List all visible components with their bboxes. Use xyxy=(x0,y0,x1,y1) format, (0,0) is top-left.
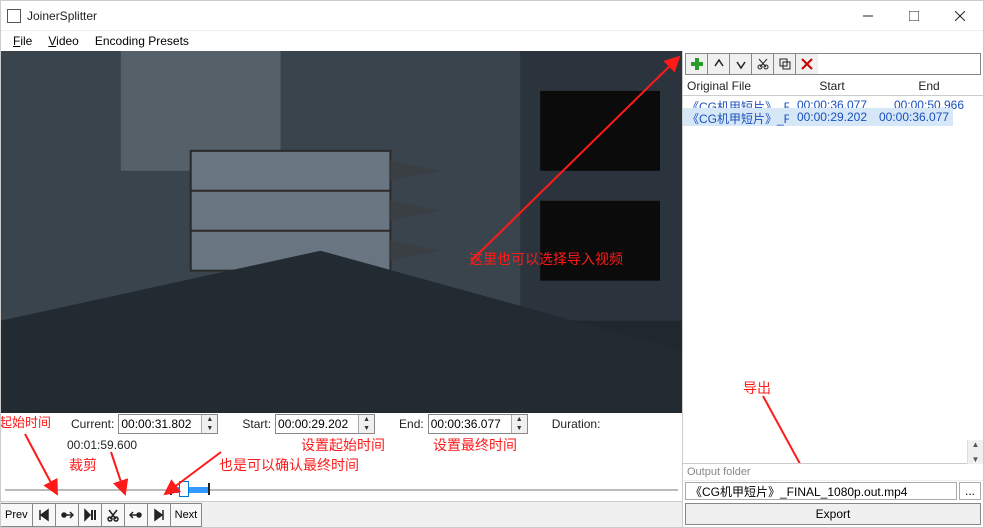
output-path[interactable]: 《CG机甲短片》_FINAL_1080p.out.mp4 xyxy=(685,482,957,500)
annotation-cut: 裁剪 xyxy=(69,455,97,475)
end-time-spinner[interactable]: ▲▼ xyxy=(428,414,528,434)
end-label: End: xyxy=(399,417,424,431)
annotation-set-end: 设置最终时间 xyxy=(433,435,517,455)
cut-clip-button[interactable] xyxy=(752,54,774,74)
col-start[interactable]: Start xyxy=(789,77,875,95)
prev-button[interactable]: Prev xyxy=(1,503,33,527)
current-time-spinner[interactable]: ▲▼ xyxy=(118,414,218,434)
annotation-start-time: 起始时间 xyxy=(1,412,51,431)
start-time-input[interactable] xyxy=(276,417,358,431)
end-time-input[interactable] xyxy=(429,417,511,431)
annotation-set-start: 设置起始时间 xyxy=(301,435,385,455)
minimize-button[interactable] xyxy=(845,1,891,31)
menu-file[interactable]: File xyxy=(5,32,40,50)
cut-button[interactable] xyxy=(101,503,125,527)
total-time: 00:01:59.600 xyxy=(67,438,137,452)
maximize-button[interactable] xyxy=(891,1,937,31)
col-file[interactable]: Original File xyxy=(683,77,789,95)
app-icon xyxy=(7,9,21,23)
delete-clip-button[interactable] xyxy=(796,54,818,74)
copy-clip-button[interactable] xyxy=(774,54,796,74)
move-up-button[interactable] xyxy=(708,54,730,74)
step-forward-button[interactable] xyxy=(147,503,171,527)
clip-table-header: Original File Start End xyxy=(683,77,983,96)
window-title: JoinerSplitter xyxy=(27,9,845,23)
output-folder-label: Output folder xyxy=(683,464,983,481)
annotation-import: 这里也可以选择导入视频 xyxy=(469,249,623,269)
menu-video[interactable]: Video xyxy=(40,32,86,50)
browse-output-button[interactable]: ... xyxy=(959,482,981,500)
export-button[interactable]: Export xyxy=(685,503,981,525)
video-preview[interactable]: 这里也可以选择导入视频 xyxy=(1,51,682,413)
duration-label: Duration: xyxy=(552,417,601,431)
close-button[interactable] xyxy=(937,1,983,31)
col-end[interactable]: End xyxy=(875,77,983,95)
next-button[interactable]: Next xyxy=(170,503,203,527)
step-back-button[interactable] xyxy=(32,503,56,527)
annotation-confirm-end: 也是可以确认最终时间 xyxy=(219,455,359,475)
start-label: Start: xyxy=(242,417,271,431)
annotation-export: 导出 xyxy=(743,378,771,398)
add-clip-button[interactable] xyxy=(686,54,708,74)
set-in-button[interactable] xyxy=(55,503,79,527)
play-pause-button[interactable] xyxy=(78,503,102,527)
timeline-slider[interactable] xyxy=(1,475,682,501)
current-time-input[interactable] xyxy=(119,417,201,431)
menu-encoding[interactable]: Encoding Presets xyxy=(87,32,197,50)
clip-table-body[interactable]: 《CG机甲短片》_F00:00:29.20200:00:36.077《CG机甲短… xyxy=(683,96,983,463)
current-label: Current: xyxy=(71,417,114,431)
table-row[interactable]: 《CG机甲短片》_F00:00:29.20200:00:36.077 xyxy=(683,108,953,126)
set-out-button[interactable] xyxy=(124,503,148,527)
move-down-button[interactable] xyxy=(730,54,752,74)
start-time-spinner[interactable]: ▲▼ xyxy=(275,414,375,434)
